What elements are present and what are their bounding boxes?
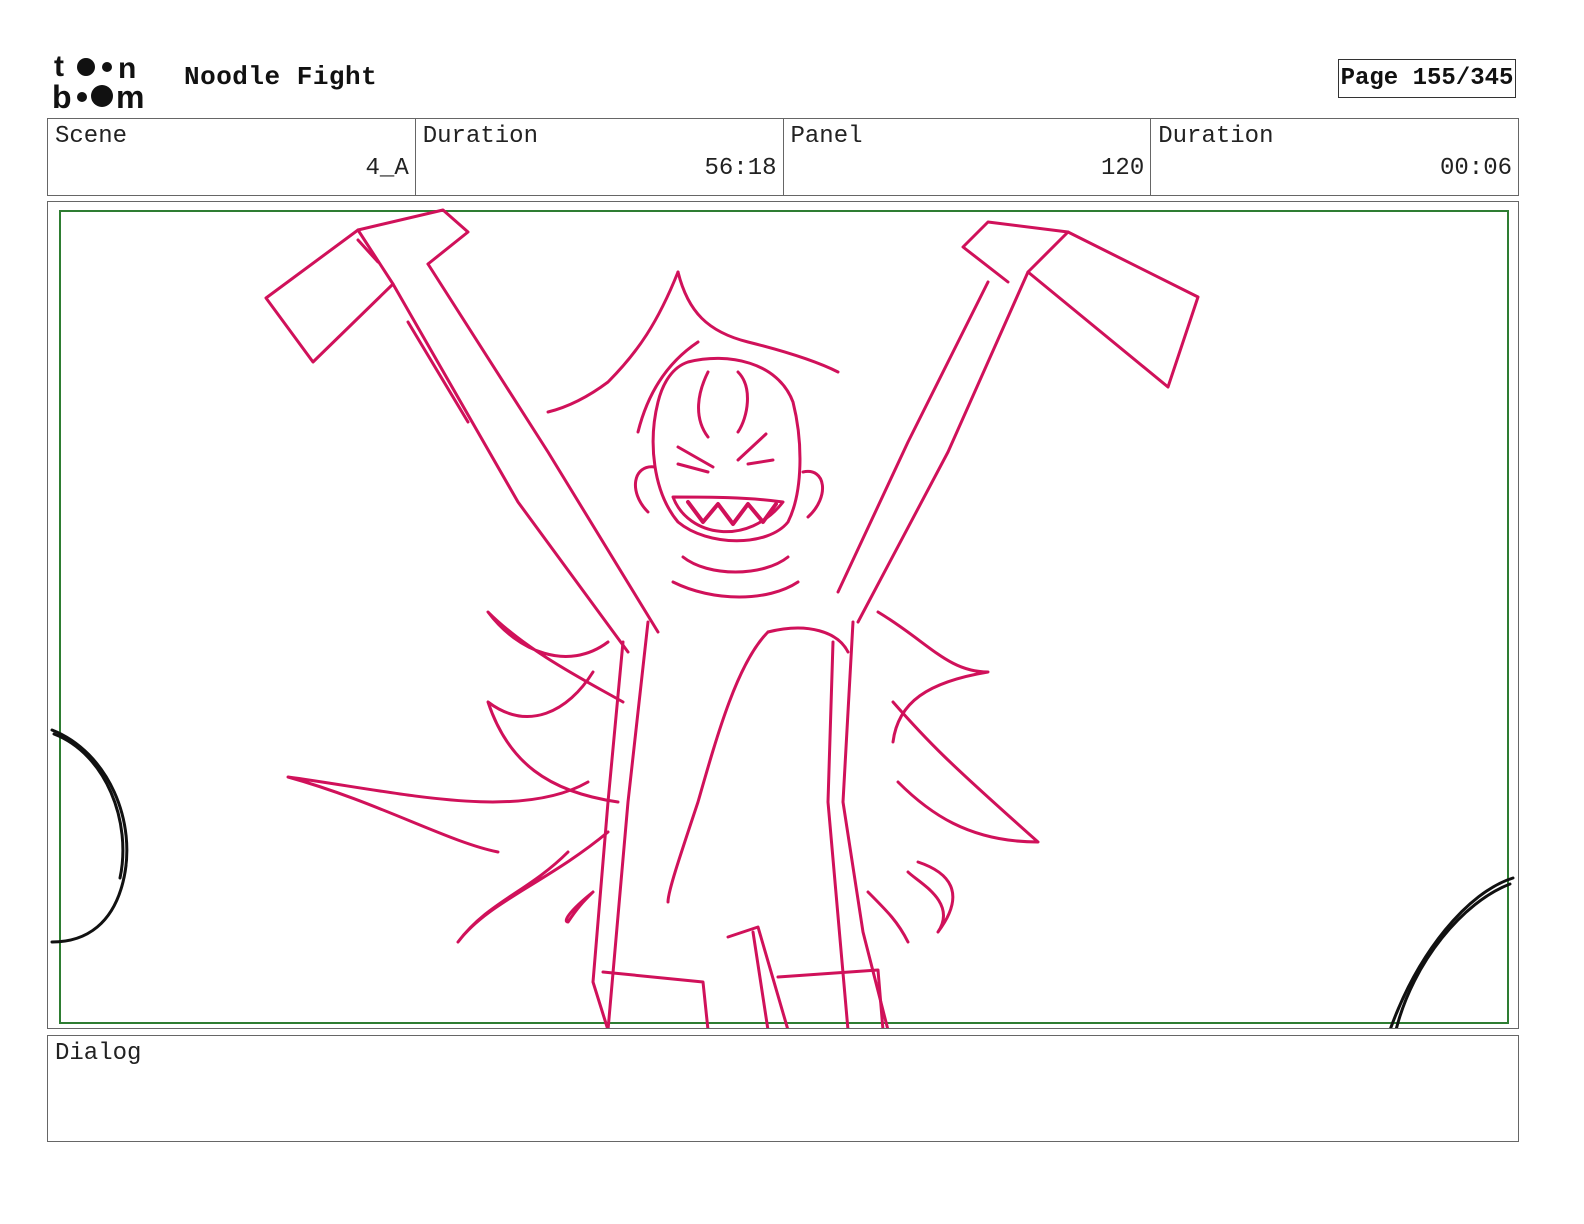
panel-value: 120 [1101,155,1145,182]
background-outlines [50,728,1515,1028]
scene-duration-cell: Duration 56:18 [416,119,784,195]
scene-label: Scene [55,123,128,150]
svg-text:b: b [52,79,72,112]
scene-duration-label: Duration [422,123,538,150]
panel-duration-value: 00:06 [1440,155,1512,182]
panel-duration-cell: Duration 00:06 [1151,119,1518,195]
panel-label: Panel [790,123,863,150]
scene-duration-value: 56:18 [704,155,777,182]
camera-frame [59,210,1509,1024]
character-sketch [264,208,1200,1028]
project-title: Noodle Fight [184,62,378,92]
scene-value: 4_A [365,155,409,182]
dialog-label: Dialog [55,1040,142,1067]
page-number: Page 155/345 [1338,59,1516,98]
svg-text:m: m [116,79,144,112]
sketch-drawing [50,208,1515,1028]
storyboard-panel [47,201,1519,1029]
toonboom-logo: t n b m [52,50,164,112]
right-circle-outline [1389,876,1515,1028]
panel-duration-label: Duration [1158,123,1274,150]
scene-info-bar: Scene 4_A Duration 56:18 Panel 120 Durat… [47,118,1519,196]
scene-cell: Scene 4_A [48,119,416,195]
left-circle-outline [50,728,129,944]
dialog-box: Dialog [47,1035,1519,1142]
panel-cell: Panel 120 [784,119,1152,195]
